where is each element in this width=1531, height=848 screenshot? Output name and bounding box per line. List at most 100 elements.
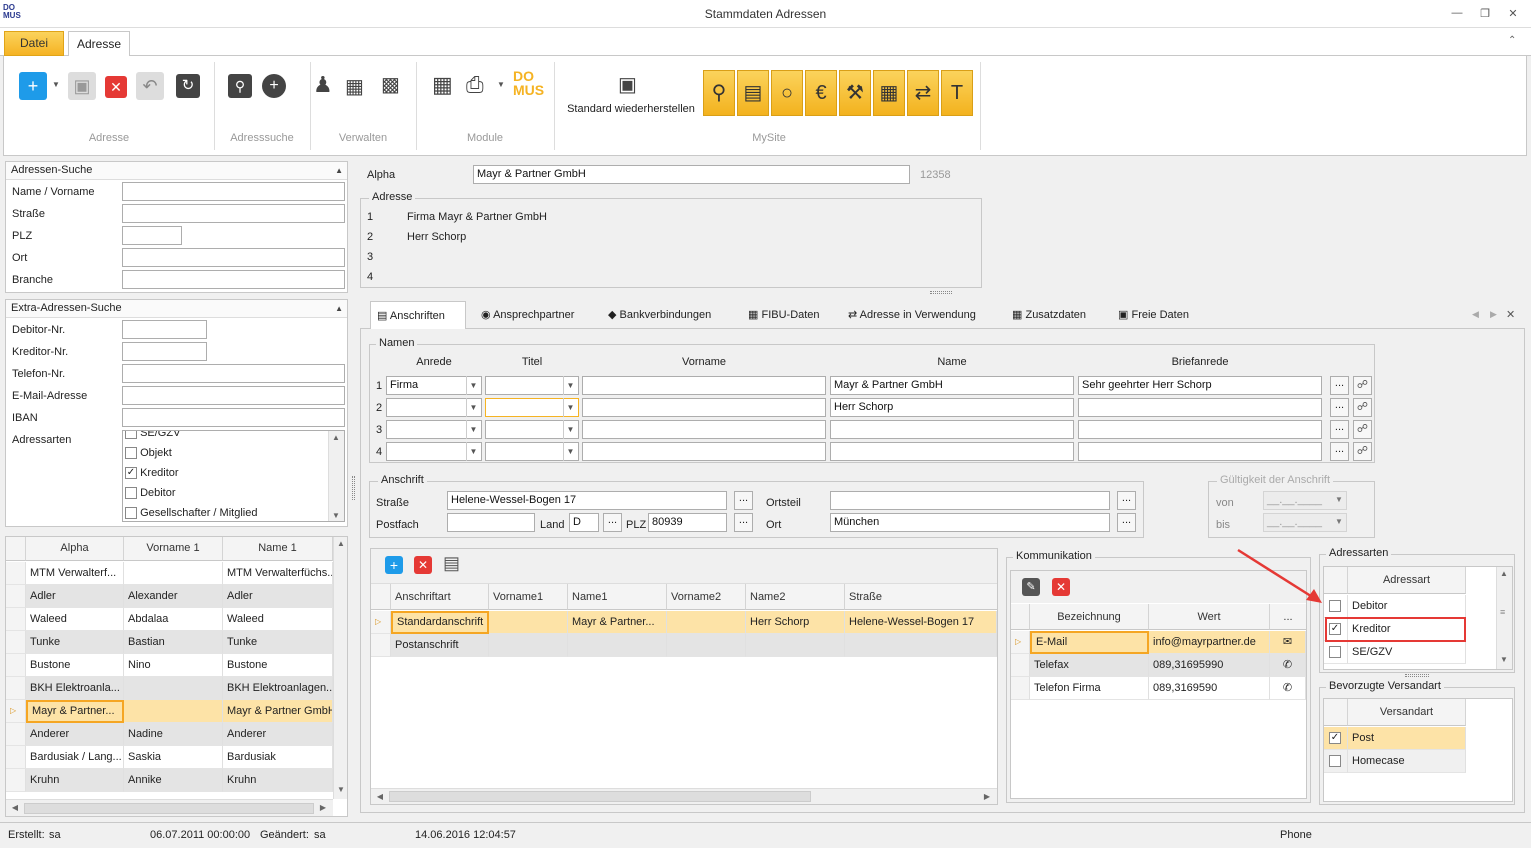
table-row[interactable]: Bustone Nino Bustone xyxy=(6,654,333,677)
branche-search-input[interactable] xyxy=(122,270,345,289)
land-input[interactable]: D xyxy=(569,513,599,532)
link-icon[interactable]: ☍ xyxy=(1353,376,1372,395)
table-row[interactable]: Bardusiak / Lang... Saskia Bardusiak xyxy=(6,746,333,769)
ortsteil-more-button[interactable]: ... xyxy=(1117,491,1136,510)
restore-button[interactable]: ❐ xyxy=(1478,7,1492,20)
column-header-versandart[interactable]: Versandart xyxy=(1348,699,1466,726)
checkbox-checked[interactable]: ✓ xyxy=(125,467,137,480)
restore-layout-icon[interactable]: ▣ xyxy=(618,72,637,97)
table-row-selected[interactable]: ▷ Standardanschrift Mayr & Partner... He… xyxy=(371,611,997,634)
table-row[interactable]: Postanschrift xyxy=(371,634,997,657)
more-button[interactable]: ... xyxy=(1330,398,1349,417)
collapse-icon[interactable]: ▲ xyxy=(335,166,343,175)
list-item[interactable]: Objekt xyxy=(125,447,172,460)
scroll-thumb[interactable] xyxy=(389,791,811,802)
delete-icon[interactable]: ✕ xyxy=(105,76,127,98)
tab-fibu-daten[interactable]: ▦ FIBU-Daten xyxy=(742,301,820,329)
scroll-down-icon[interactable]: ▼ xyxy=(329,509,343,521)
phone-icon[interactable]: ✆ xyxy=(1270,654,1306,677)
vorname-input[interactable] xyxy=(582,398,826,417)
mysite-money-icon[interactable]: € xyxy=(805,70,837,116)
edit-icon[interactable]: ✎ xyxy=(1022,578,1040,596)
list-icon[interactable]: ▦ xyxy=(345,74,364,99)
tab-bankverbindungen[interactable]: ◆ Bankverbindungen xyxy=(602,301,711,329)
splitter-handle[interactable] xyxy=(1405,674,1429,677)
telefon-nr-input[interactable] xyxy=(122,364,345,383)
scroll-left-icon[interactable]: ◀ xyxy=(8,801,22,815)
splitter-handle[interactable] xyxy=(930,291,952,294)
vorname-input[interactable] xyxy=(582,442,826,461)
strasse-input[interactable]: Helene-Wessel-Bogen 17 xyxy=(447,491,727,510)
column-header-vorname1[interactable]: Vorname1 xyxy=(489,584,568,610)
chevron-down-icon[interactable]: ▼ xyxy=(466,420,480,439)
table-row[interactable]: SE/GZV xyxy=(1324,641,1466,664)
postfach-input[interactable] xyxy=(447,513,535,532)
building-icon[interactable]: ▦ xyxy=(432,72,453,98)
table-row[interactable]: Anderer Nadine Anderer xyxy=(6,723,333,746)
briefanrede-input[interactable]: Sehr geehrter Herr Schorp xyxy=(1078,376,1322,395)
vorname-input[interactable] xyxy=(582,376,826,395)
briefanrede-input[interactable] xyxy=(1078,420,1322,439)
name-input[interactable]: Mayr & Partner GmbH xyxy=(830,376,1074,395)
strasse-more-button[interactable]: ... xyxy=(734,491,753,510)
ortsteil-input[interactable] xyxy=(830,491,1110,510)
undo-icon[interactable]: ↶ xyxy=(136,72,164,100)
tab-next-icon[interactable]: ▶ xyxy=(1490,309,1497,320)
table-row[interactable]: Tunke Bastian Tunke xyxy=(6,631,333,654)
scroll-up-icon[interactable]: ▲ xyxy=(1497,567,1511,581)
domus-icon[interactable]: DO MUS xyxy=(513,69,544,97)
briefanrede-input[interactable] xyxy=(1078,442,1322,461)
chevron-down-icon[interactable]: ▼ xyxy=(563,398,577,417)
add-dropdown-icon[interactable]: ▼ xyxy=(52,80,60,89)
list-item[interactable]: ✓ Kreditor xyxy=(125,467,179,480)
collapse-ribbon-icon[interactable]: ⌃ xyxy=(1508,35,1516,46)
table-row[interactable]: Telefon Firma 089,3169590 ✆ xyxy=(1011,677,1306,700)
link-icon[interactable]: ☍ xyxy=(1353,420,1372,439)
table-row[interactable]: BKH Elektroanla... BKH Elektroanlagen... xyxy=(6,677,333,700)
mysite-chat-icon[interactable]: ○ xyxy=(771,70,803,116)
scroll-right-icon[interactable]: ▶ xyxy=(316,801,330,815)
clipboard-icon[interactable]: ▤ xyxy=(443,553,460,574)
tab-anschriften[interactable]: ▤ Anschriften xyxy=(370,301,466,330)
tab-close-icon[interactable]: ✕ xyxy=(1506,308,1515,321)
ort-search-input[interactable] xyxy=(122,248,345,267)
mysite-tools-icon[interactable]: ⚒ xyxy=(839,70,871,116)
search-icon[interactable]: ⚲ xyxy=(228,74,252,98)
refresh-icon[interactable]: ↻ xyxy=(176,74,200,98)
chevron-down-icon[interactable]: ▼ xyxy=(563,376,577,395)
list-item[interactable]: SE/GZV xyxy=(125,431,180,440)
link-icon[interactable]: ☍ xyxy=(1353,442,1372,461)
person-icon[interactable]: ♟ xyxy=(313,72,333,98)
strasse-search-input[interactable] xyxy=(122,204,345,223)
scroll-up-icon[interactable]: ▲ xyxy=(334,537,347,551)
mysite-calc-icon[interactable]: ▦ xyxy=(873,70,905,116)
column-header-adressart[interactable]: Adressart xyxy=(1348,567,1466,594)
anschriften-hscrollbar[interactable]: ◀ ▶ xyxy=(371,788,997,804)
collapse-icon[interactable]: ▲ xyxy=(335,304,343,313)
email-input[interactable] xyxy=(122,386,345,405)
checkbox[interactable] xyxy=(1329,600,1341,613)
table-row[interactable]: Waleed Abdalaa Waleed xyxy=(6,608,333,631)
checkbox[interactable] xyxy=(125,447,137,460)
mysite-search-icon[interactable]: ⚲ xyxy=(703,70,735,116)
table-row[interactable]: MTM Verwalterf... MTM Verwalterfüchs... xyxy=(6,562,333,585)
tab-prev-icon[interactable]: ◀ xyxy=(1472,309,1479,320)
chevron-down-icon[interactable]: ▼ xyxy=(563,420,577,439)
contact-card-icon[interactable]: ▩ xyxy=(381,72,400,97)
delete-anschrift-icon[interactable]: ✕ xyxy=(414,556,432,574)
chevron-down-icon[interactable]: ▼ xyxy=(1335,495,1343,504)
tab-adresse-in-verwendung[interactable]: ⇄ Adresse in Verwendung xyxy=(842,301,976,329)
chevron-down-icon[interactable]: ▼ xyxy=(1335,517,1343,526)
table-row[interactable]: Adler Alexander Adler xyxy=(6,585,333,608)
more-button[interactable]: ... xyxy=(1330,376,1349,395)
plz-more-button[interactable]: ... xyxy=(734,513,753,532)
tab-zusatzdaten[interactable]: ▦ Zusatzdaten xyxy=(1006,301,1086,329)
table-row-selected[interactable]: ▷ Mayr & Partner... Mayr & Partner GmbH xyxy=(6,700,333,723)
table-row[interactable]: Debitor xyxy=(1324,595,1466,618)
checkbox[interactable] xyxy=(125,507,137,520)
ort-input[interactable]: München xyxy=(830,513,1110,532)
tab-adresse[interactable]: Adresse xyxy=(68,31,130,57)
scrollbar[interactable]: ▲ ▼ xyxy=(328,431,344,521)
close-button[interactable]: ✕ xyxy=(1506,7,1520,20)
delete-kommunikation-icon[interactable]: ✕ xyxy=(1052,578,1070,596)
